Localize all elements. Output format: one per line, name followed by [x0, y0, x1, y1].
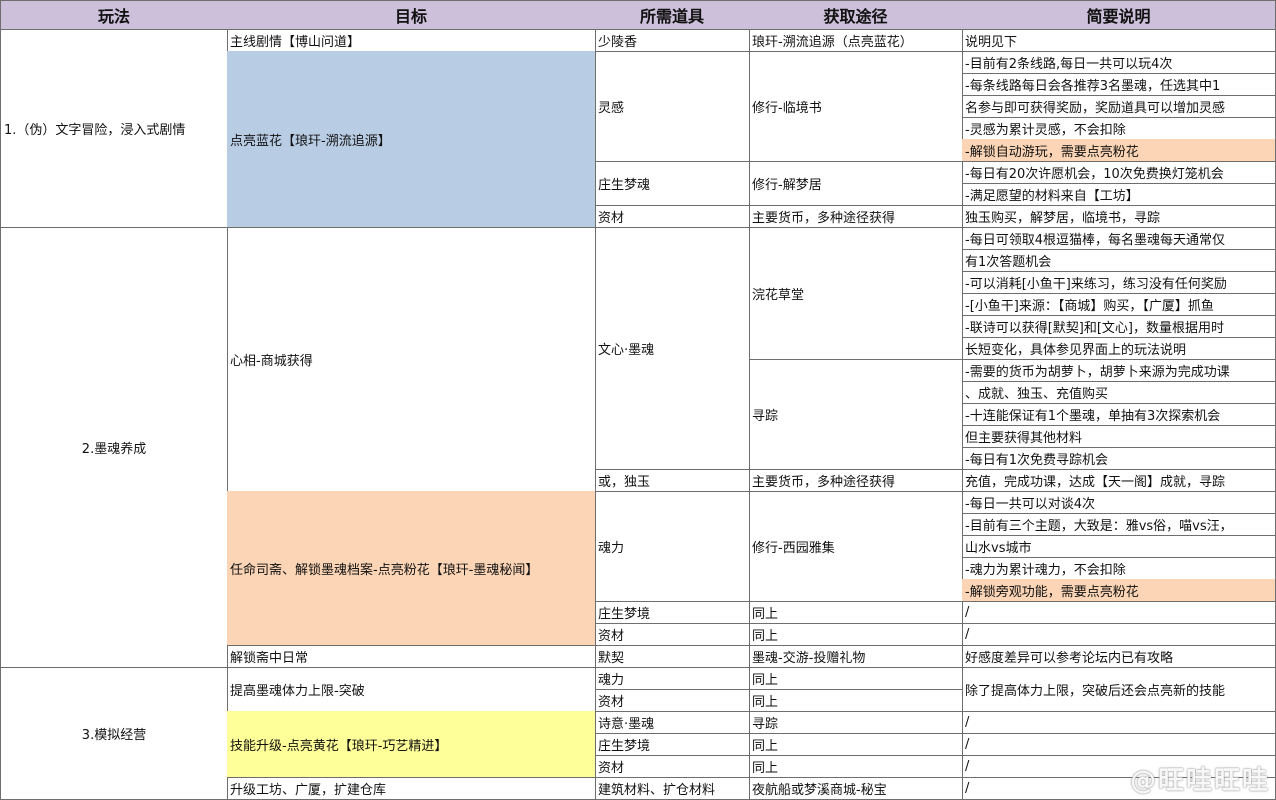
desc-line[interactable]: -可以消耗[小鱼干]来练习，练习没有任何奖励	[962, 271, 1276, 294]
desc-cell[interactable]: 独玉购买，解梦居，临境书，寻踪	[962, 205, 1276, 228]
desc-line[interactable]: -每日可领取4根逗猫棒，每名墨魂每天通常仅	[962, 227, 1276, 250]
watermark: @旺哇旺哇	[1129, 766, 1270, 796]
header-item[interactable]: 所需道具	[595, 0, 750, 30]
desc-line[interactable]: 名参与即可获得奖励，奖励道具可以增加灵感	[962, 95, 1276, 118]
header-route[interactable]: 获取途径	[749, 0, 963, 30]
goal-cell[interactable]: 心相-商城获得	[227, 227, 596, 492]
route-cell[interactable]: 主要货币，多种途径获得	[749, 469, 963, 492]
desc-line[interactable]: 有1次答题机会	[962, 249, 1276, 272]
route-cell[interactable]: 修行-西园雅集	[749, 491, 963, 602]
desc-line-highlight[interactable]: -解锁自动游玩，需要点亮粉花	[962, 139, 1276, 162]
desc-line[interactable]: 、成就、独玉、充值购买	[962, 381, 1276, 404]
item-cell[interactable]: 资材	[595, 205, 750, 228]
sheet-grid: 玩法 目标 所需道具 获取途径 简要说明 1.（伪）文字冒险，浸入式剧情 主线剧情【博山问道…	[0, 0, 1276, 800]
item-cell[interactable]: 或，独玉	[595, 469, 750, 492]
desc-cell[interactable]: /	[962, 711, 1276, 734]
desc-line[interactable]: -魂力为累计魂力，不会扣除	[962, 557, 1276, 580]
goal-cell[interactable]: 解锁斋中日常	[227, 645, 596, 668]
play-cell-3[interactable]: 3.模拟经营	[0, 667, 228, 800]
route-cell[interactable]: 墨魂-交游-投赠礼物	[749, 645, 963, 668]
goal-cell-yellow[interactable]: 技能升级-点亮黄花【琅玕-巧艺精进】	[227, 711, 596, 778]
desc-cell[interactable]: /	[962, 601, 1276, 624]
item-cell[interactable]: 资材	[595, 755, 750, 778]
route-cell[interactable]: 寻踪	[749, 359, 963, 470]
desc-line[interactable]: 山水vs城市	[962, 535, 1276, 558]
item-cell[interactable]: 魂力	[595, 491, 750, 602]
desc-line[interactable]: -每日有1次免费寻踪机会	[962, 447, 1276, 470]
header-desc[interactable]: 简要说明	[962, 0, 1276, 30]
route-cell[interactable]: 夜航船或梦溪商城-秘宝	[749, 777, 963, 800]
header-goal[interactable]: 目标	[227, 0, 596, 30]
item-cell[interactable]: 庄生梦魂	[595, 161, 750, 206]
route-cell[interactable]: 琅玕-溯流追源（点亮蓝花）	[749, 29, 963, 52]
play-cell-1[interactable]: 1.（伪）文字冒险，浸入式剧情	[0, 29, 228, 228]
route-cell[interactable]: 同上	[749, 667, 963, 690]
item-cell[interactable]: 建筑材料、扩仓材料	[595, 777, 750, 800]
item-cell[interactable]: 默契	[595, 645, 750, 668]
desc-cell[interactable]: 除了提高体力上限，突破后还会点亮新的技能	[962, 667, 1276, 712]
desc-line[interactable]: -满足愿望的材料来自【工坊】	[962, 183, 1276, 206]
goal-cell-blue[interactable]: 点亮蓝花【琅玕-溯流追源】	[227, 51, 596, 228]
item-cell[interactable]: 庄生梦境	[595, 733, 750, 756]
item-cell[interactable]: 灵感	[595, 51, 750, 162]
item-cell[interactable]: 魂力	[595, 667, 750, 690]
item-cell[interactable]: 文心·墨魂	[595, 227, 750, 470]
item-cell[interactable]: 少陵香	[595, 29, 750, 52]
desc-line[interactable]: -目前有2条线路,每日一共可以玩4次	[962, 51, 1276, 74]
route-cell[interactable]: 同上	[749, 689, 963, 712]
desc-line[interactable]: -[小鱼干]来源：【商城】购买，【广厦】抓鱼	[962, 293, 1276, 316]
desc-line[interactable]: -目前有三个主题，大致是：雅vs俗，喵vs汪，	[962, 513, 1276, 536]
desc-line[interactable]: -需要的货币为胡萝卜，胡萝卜来源为完成功课	[962, 359, 1276, 382]
goal-cell-peach[interactable]: 任命司斋、解锁墨魂档案-点亮粉花【琅玕-墨魂秘闻】	[227, 491, 596, 646]
desc-line[interactable]: -每日有20次许愿机会，10次免费换灯笼机会	[962, 161, 1276, 184]
desc-cell[interactable]: 充值，完成功课，达成【天一阁】成就，寻踪	[962, 469, 1276, 492]
route-cell[interactable]: 寻踪	[749, 711, 963, 734]
route-cell[interactable]: 同上	[749, 733, 963, 756]
spreadsheet-view: 玩法 目标 所需道具 获取途径 简要说明 1.（伪）文字冒险，浸入式剧情 主线剧…	[0, 0, 1276, 800]
desc-cell[interactable]: 说明见下	[962, 29, 1276, 52]
desc-cell[interactable]: 好感度差异可以参考论坛内已有攻略	[962, 645, 1276, 668]
route-cell[interactable]: 修行-临境书	[749, 51, 963, 162]
desc-line[interactable]: -灵感为累计灵感，不会扣除	[962, 117, 1276, 140]
desc-line[interactable]: 但主要获得其他材料	[962, 425, 1276, 448]
item-cell[interactable]: 庄生梦境	[595, 601, 750, 624]
item-cell[interactable]: 资材	[595, 623, 750, 646]
desc-line[interactable]: 长短变化，具体参见界面上的玩法说明	[962, 337, 1276, 360]
play-cell-2[interactable]: 2.墨魂养成	[0, 227, 228, 668]
route-cell[interactable]: 同上	[749, 755, 963, 778]
item-cell[interactable]: 诗意·墨魂	[595, 711, 750, 734]
goal-cell[interactable]: 主线剧情【博山问道】	[227, 29, 596, 52]
desc-line[interactable]: -十连能保证有1个墨魂，单抽有3次探索机会	[962, 403, 1276, 426]
route-cell[interactable]: 修行-解梦居	[749, 161, 963, 206]
desc-line-highlight[interactable]: -解锁旁观功能，需要点亮粉花	[962, 579, 1276, 602]
route-cell[interactable]: 同上	[749, 623, 963, 646]
desc-line[interactable]: -联诗可以获得[默契]和[文心]，数量根据用时	[962, 315, 1276, 338]
item-cell[interactable]: 资材	[595, 689, 750, 712]
desc-line[interactable]: -每条线路每日会各推荐3名墨魂，任选其中1	[962, 73, 1276, 96]
route-cell[interactable]: 主要货币，多种途径获得	[749, 205, 963, 228]
desc-cell[interactable]: /	[962, 623, 1276, 646]
desc-line[interactable]: -每日一共可以对谈4次	[962, 491, 1276, 514]
header-play[interactable]: 玩法	[0, 0, 228, 30]
desc-cell[interactable]: /	[962, 733, 1276, 756]
route-cell[interactable]: 浣花草堂	[749, 227, 963, 360]
goal-cell[interactable]: 提高墨魂体力上限-突破	[227, 667, 596, 712]
goal-cell[interactable]: 升级工坊、广厦，扩建仓库	[227, 777, 596, 800]
route-cell[interactable]: 同上	[749, 601, 963, 624]
